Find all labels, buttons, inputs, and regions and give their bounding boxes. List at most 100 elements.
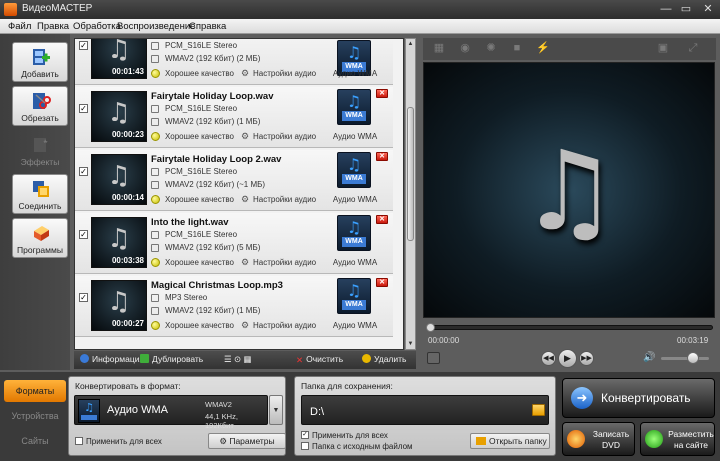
- format-badge-text: WMA: [342, 174, 366, 184]
- file-quality[interactable]: Хорошее качество: [165, 258, 234, 267]
- trim-button[interactable]: Обрезать: [12, 86, 68, 126]
- brightness-icon[interactable]: ✺: [483, 42, 499, 55]
- file-item[interactable]: ✓ ♫ 00:00:23 Fairytale Holiday Loop.wav P…: [75, 87, 393, 148]
- join-button[interactable]: Соединить: [12, 174, 68, 214]
- parameters-button[interactable]: ⚙ Параметры: [208, 433, 286, 449]
- forward-button[interactable]: ▶▶: [579, 351, 594, 366]
- add-button[interactable]: Добавить: [12, 42, 68, 82]
- seek-knob[interactable]: [426, 323, 435, 332]
- format-selector[interactable]: ♫ Аудио WMA WMAV2 44,1 KHz, 192Кбит: [74, 395, 268, 430]
- audio-settings-link[interactable]: Настройки аудио: [253, 195, 316, 204]
- parameters-label: Параметры: [229, 436, 275, 446]
- convert-button[interactable]: ➜ Конвертировать: [562, 378, 715, 418]
- info-button[interactable]: Информация: [80, 354, 144, 364]
- folder-icon: [476, 437, 486, 445]
- output-file-icon: [151, 118, 159, 126]
- remove-file-button[interactable]: ✕: [376, 278, 388, 287]
- open-folder-button[interactable]: Открыть папку: [470, 433, 550, 449]
- delete-button[interactable]: Удалить: [362, 354, 406, 364]
- file-quality[interactable]: Хорошее качество: [165, 321, 234, 330]
- scroll-thumb[interactable]: [407, 107, 414, 241]
- wma-format-badge[interactable]: ♫ WMA: [337, 215, 371, 251]
- tab-formats[interactable]: Форматы: [4, 380, 66, 402]
- file-quality[interactable]: Хорошее качество: [165, 69, 234, 78]
- remove-file-button[interactable]: ✕: [376, 152, 388, 161]
- audio-settings-link[interactable]: Настройки аудио: [253, 132, 316, 141]
- wma-format-icon: ♫: [78, 399, 100, 423]
- file-quality[interactable]: Хорошее качество: [165, 195, 234, 204]
- programs-button[interactable]: Программы: [12, 218, 68, 258]
- save-path-field[interactable]: D:\: [301, 395, 549, 425]
- quality-indicator-icon: [151, 195, 160, 204]
- audio-settings-link[interactable]: Настройки аудио: [253, 258, 316, 267]
- current-time: 00:00:00: [428, 336, 460, 345]
- duplicate-label: Дублировать: [152, 354, 204, 364]
- video-icon[interactable]: ■: [509, 42, 525, 55]
- clear-button[interactable]: ✕ Очистить: [296, 354, 343, 366]
- wma-format-badge[interactable]: ♫ WMA: [337, 89, 371, 125]
- music-note-icon: ♫: [346, 92, 362, 111]
- wma-format-badge[interactable]: ♫ WMA: [337, 278, 371, 314]
- clear-x-icon: ✕: [296, 355, 304, 365]
- scroll-up-arrow-icon[interactable]: ▲: [406, 39, 415, 49]
- view-toggle[interactable]: ☰ ⊙ ▦: [224, 354, 252, 365]
- apply-all-folder-checkbox[interactable]: ✓: [301, 431, 309, 439]
- speed-icon[interactable]: ⚡: [535, 42, 551, 55]
- wma-format-badge[interactable]: ♫ WMA: [337, 152, 371, 188]
- tab-sites[interactable]: Сайты: [4, 430, 66, 452]
- fullscreen-icon[interactable]: ⤢: [685, 42, 701, 55]
- file-quality[interactable]: Хорошее качество: [165, 132, 234, 141]
- effects-button[interactable]: Эффекты: [12, 130, 68, 170]
- volume-icon[interactable]: 🔊: [643, 352, 655, 363]
- volume-knob[interactable]: [687, 352, 699, 364]
- burn-dvd-button[interactable]: Записать DVD: [562, 422, 635, 456]
- close-button[interactable]: ✕: [698, 1, 718, 17]
- menu-process[interactable]: Обработка: [73, 21, 121, 32]
- volume-slider[interactable]: [661, 357, 709, 360]
- format-badge-text: WMA: [342, 111, 366, 121]
- seek-bar[interactable]: [426, 323, 713, 332]
- file-checkbox[interactable]: ✓: [79, 41, 88, 50]
- scroll-down-arrow-icon[interactable]: ▼: [406, 339, 415, 349]
- file-item[interactable]: ✓ ♫ 00:01:43 PCM_S16LE Stereo WMAV2 (192 …: [75, 39, 393, 85]
- snapshot-icon[interactable]: ◉: [457, 42, 473, 55]
- file-item[interactable]: ✓ ♫ 00:03:38 Into the light.wav PCM_S16LE…: [75, 213, 393, 274]
- remove-file-button[interactable]: ✕: [376, 215, 388, 224]
- apply-all-folder-label: Применить для всех: [312, 431, 388, 440]
- file-list-scrollbar[interactable]: ▲ ▼: [405, 38, 416, 350]
- file-codec: PCM_S16LE Stereo: [165, 41, 238, 50]
- apply-all-formats-checkbox[interactable]: [75, 437, 83, 445]
- crop-icon[interactable]: ▦: [431, 42, 447, 55]
- menu-help[interactable]: Справка: [189, 21, 226, 32]
- format-dropdown-button[interactable]: ▼: [269, 395, 283, 425]
- gif-icon[interactable]: ▣: [655, 42, 671, 55]
- audio-settings-link[interactable]: Настройки аудио: [253, 69, 316, 78]
- file-checkbox[interactable]: ✓: [79, 293, 88, 302]
- camera-icon[interactable]: [427, 352, 440, 364]
- file-checkbox[interactable]: ✓: [79, 230, 88, 239]
- duplicate-button[interactable]: Дублировать: [140, 354, 203, 364]
- file-item[interactable]: ✓ ♫ 00:00:14 Fairytale Holiday Loop 2.wav…: [75, 150, 393, 211]
- file-checkbox[interactable]: ✓: [79, 104, 88, 113]
- music-note-icon: ♫: [519, 127, 619, 255]
- publish-button[interactable]: Разместить на сайте: [640, 422, 715, 456]
- music-note-icon: ♫: [107, 224, 131, 254]
- source-folder-checkbox[interactable]: [301, 442, 309, 450]
- menu-file[interactable]: Файл: [8, 21, 31, 32]
- publish-label-2: на сайте: [673, 440, 709, 450]
- file-duration: 00:03:38: [111, 256, 144, 265]
- file-checkbox[interactable]: ✓: [79, 167, 88, 176]
- title-bar: ВидеоМАСТЕР — ▭ ✕: [0, 0, 720, 19]
- minimize-button[interactable]: —: [656, 1, 676, 17]
- browse-folder-icon[interactable]: [532, 404, 545, 416]
- play-button[interactable]: ▶: [558, 349, 577, 368]
- music-note-icon: ♫: [346, 155, 362, 174]
- remove-file-button[interactable]: ✕: [376, 89, 388, 98]
- file-item[interactable]: ✓ ♫ 00:00:27 Magical Christmas Loop.mp3 M…: [75, 276, 393, 337]
- maximize-button[interactable]: ▭: [676, 1, 696, 17]
- menu-edit[interactable]: Правка: [37, 21, 69, 32]
- tab-devices[interactable]: Устройства: [4, 405, 66, 427]
- audio-settings-link[interactable]: Настройки аудио: [253, 321, 316, 330]
- rewind-button[interactable]: ◀◀: [541, 351, 556, 366]
- menu-playback[interactable]: Воспроизведение: [117, 21, 195, 32]
